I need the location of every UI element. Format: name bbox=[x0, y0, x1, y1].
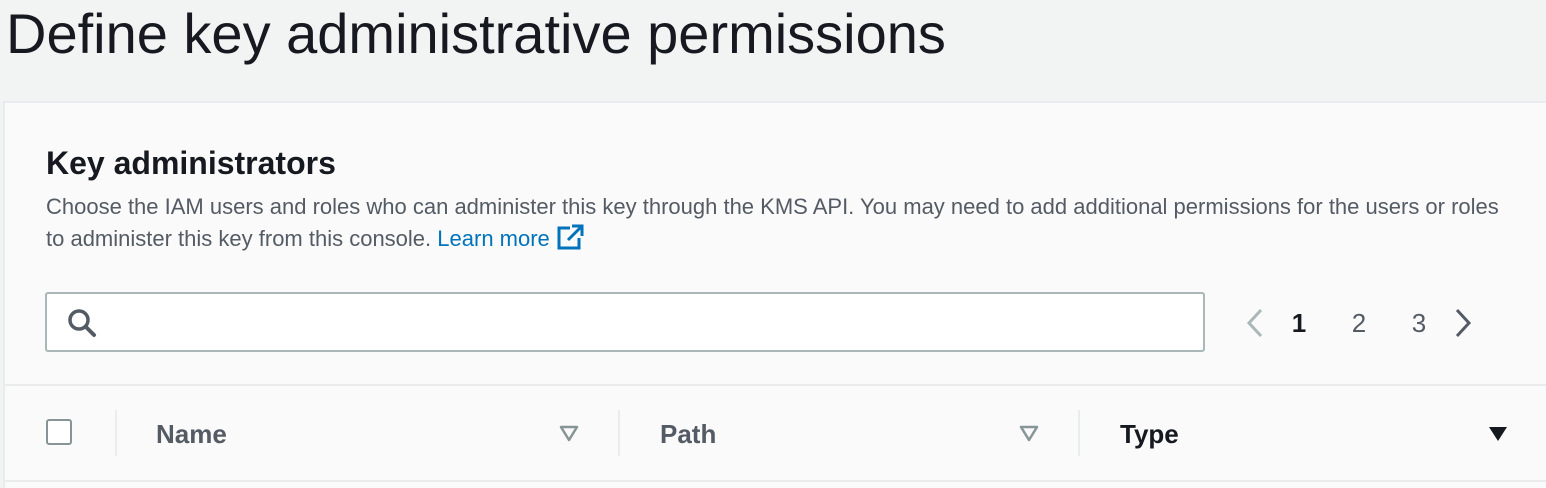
sort-down-outline-icon[interactable] bbox=[558, 424, 580, 444]
search-field[interactable] bbox=[45, 292, 1205, 352]
panel-heading: Key administrators bbox=[46, 145, 336, 181]
select-all-checkbox[interactable] bbox=[46, 419, 72, 445]
learn-more-link[interactable]: Learn more bbox=[437, 224, 584, 251]
external-link-icon bbox=[557, 224, 584, 250]
column-divider bbox=[1078, 410, 1080, 456]
page-2-button[interactable]: 2 bbox=[1329, 303, 1389, 343]
panel-description: Choose the IAM users and roles who can a… bbox=[46, 191, 1516, 255]
learn-more-label: Learn more bbox=[437, 226, 550, 251]
column-divider bbox=[618, 410, 620, 456]
search-icon bbox=[68, 309, 96, 337]
previous-page-button[interactable] bbox=[1241, 303, 1269, 343]
page-title: Define key administrative permissions bbox=[6, 2, 946, 65]
search-input[interactable] bbox=[109, 300, 1193, 346]
pagination: 1 2 3 bbox=[1241, 303, 1477, 343]
column-divider bbox=[115, 410, 117, 456]
column-header-type[interactable]: Type bbox=[1120, 414, 1179, 454]
column-header-path[interactable]: Path bbox=[660, 414, 716, 454]
table-header: Name Path Type bbox=[5, 384, 1546, 482]
chevron-right-icon bbox=[1455, 308, 1472, 338]
page-3-button[interactable]: 3 bbox=[1389, 303, 1449, 343]
next-page-button[interactable] bbox=[1449, 303, 1477, 343]
sort-down-filled-icon[interactable] bbox=[1487, 424, 1509, 444]
column-header-name[interactable]: Name bbox=[156, 414, 227, 454]
chevron-left-icon bbox=[1246, 308, 1263, 338]
sort-down-outline-icon[interactable] bbox=[1018, 424, 1040, 444]
page-1-button[interactable]: 1 bbox=[1269, 303, 1329, 343]
description-text: Choose the IAM users and roles who can a… bbox=[46, 194, 1499, 251]
key-administrators-panel: Key administrators Choose the IAM users … bbox=[3, 101, 1546, 488]
